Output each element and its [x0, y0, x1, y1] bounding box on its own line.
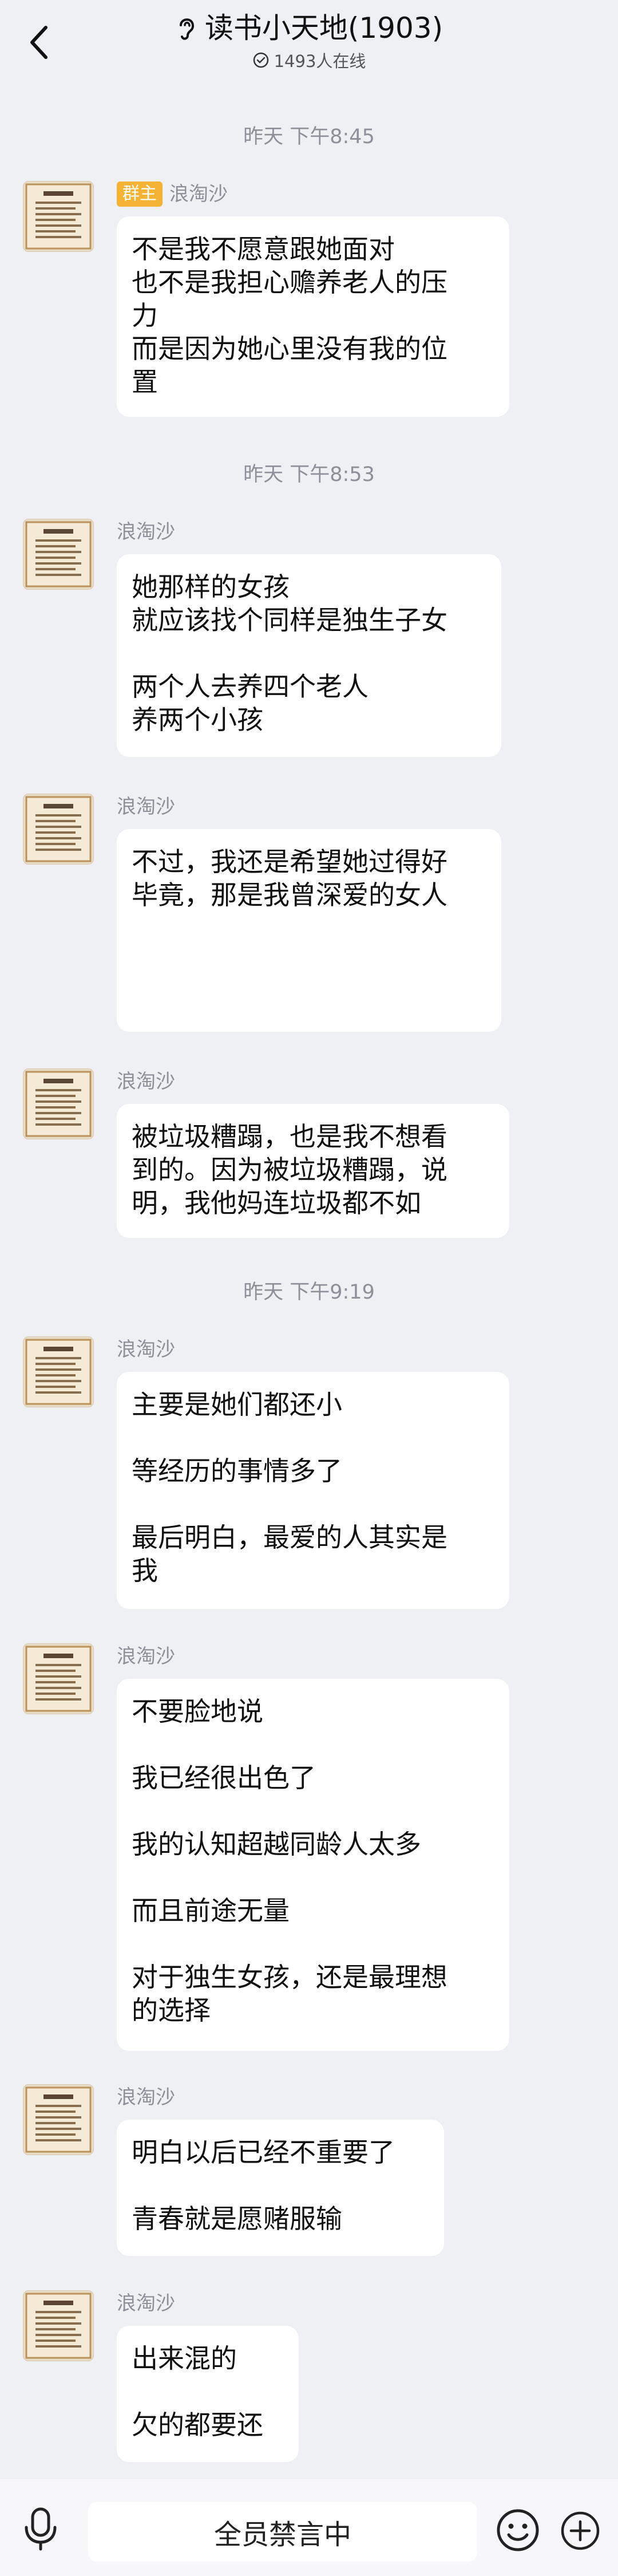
sender-name: 浪淘沙 — [117, 2086, 175, 2109]
timestamp: 昨天 下午9:19 — [243, 1281, 375, 1304]
message-line: 最后明白，最爱的人其实是 — [132, 1522, 447, 1553]
avatar[interactable] — [23, 519, 94, 590]
message-line — [132, 1927, 494, 1960]
message-line: 而是因为她心里没有我的位 — [132, 333, 447, 364]
sender-name: 浪淘沙 — [117, 1070, 175, 1093]
sender-name: 浪淘沙 — [117, 2292, 175, 2315]
message-line: 我 — [132, 1555, 158, 1586]
avatar-image — [25, 521, 92, 587]
message-line: 也不是我担心赡养老人的压 — [132, 267, 447, 298]
timestamp: 昨天 下午8:45 — [243, 125, 375, 148]
message-line: 明，我他妈连垃圾都不如 — [132, 1188, 421, 1218]
message-line — [132, 1488, 494, 1521]
avatar[interactable] — [23, 2084, 94, 2155]
owner-badge: 群主 — [117, 182, 163, 207]
message-line: 青春就是愿赌服输 — [132, 2203, 342, 2234]
timestamp: 昨天 下午8:53 — [243, 463, 375, 486]
message-line: 明白以后已经不重要了 — [132, 2137, 395, 2168]
message-line — [132, 1861, 494, 1894]
message-line — [132, 1728, 494, 1761]
check-circle-icon — [253, 52, 268, 68]
message-line: 到的。因为被垃圾糟蹋，说 — [132, 1154, 447, 1185]
message-bubble[interactable]: 主要是她们都还小 等经历的事情多了 最后明白，最爱的人其实是 我 — [117, 1372, 509, 1609]
microphone-icon — [25, 2507, 57, 2551]
chat-title-area[interactable]: 读书小天地(1903) 1493人在线 — [0, 8, 618, 72]
avatar[interactable] — [23, 1068, 94, 1139]
message-line: 对于独生女孩，还是最理想 — [132, 1962, 447, 1993]
plus-button[interactable] — [560, 2510, 601, 2551]
message-line — [132, 1421, 494, 1454]
message-line: 力 — [132, 300, 158, 331]
message-bubble[interactable]: 不是我不愿意跟她面对 也不是我担心赡养老人的压 力 而是因为她心里没有我的位 置 — [117, 216, 509, 417]
message-bubble[interactable]: 出来混的 欠的都要还 — [117, 2326, 299, 2462]
message-line: 置 — [132, 366, 158, 397]
avatar[interactable] — [23, 794, 94, 865]
message-line: 我的认知超越同龄人太多 — [132, 1829, 421, 1860]
avatar[interactable] — [23, 2290, 94, 2361]
plus-circle-icon — [561, 2511, 600, 2550]
emoji-button[interactable] — [496, 2508, 540, 2553]
message-line: 我已经很出色了 — [132, 1762, 316, 1793]
avatar-image — [25, 1071, 92, 1137]
message-line: 被垃圾糟蹋，也是我不想看 — [132, 1121, 447, 1152]
online-count: 1493人在线 — [274, 52, 366, 71]
message-line: 两个人去养四个老人 — [132, 671, 369, 702]
avatar-image — [25, 1339, 92, 1405]
avatar-image — [25, 796, 92, 862]
message-line: 不过，我还是希望她过得好 — [132, 846, 447, 877]
chat-header: 读书小天地(1903) 1493人在线 — [0, 0, 618, 86]
message-line: 而且前途无量 — [132, 1895, 290, 1926]
avatar[interactable] — [23, 1336, 94, 1407]
message-line: 出来混的 — [132, 2343, 237, 2374]
message-line: 主要是她们都还小 — [132, 1389, 342, 1420]
message-bubble[interactable]: 不过，我还是希望她过得好 毕竟，那是我曾深爱的女人 — [117, 829, 501, 1032]
message-line: 等经历的事情多了 — [132, 1455, 342, 1486]
message-line: 不要脸地说 — [132, 1696, 263, 1727]
avatar-image — [25, 1646, 92, 1712]
sender-name: 浪淘沙 — [117, 1645, 175, 1668]
avatar-image — [25, 2086, 92, 2153]
avatar[interactable] — [23, 181, 94, 252]
group-name: 读书小天地(1903) — [204, 11, 443, 45]
message-line: 不是我不愿意跟她面对 — [132, 234, 395, 265]
voice-button[interactable] — [21, 2507, 61, 2551]
message-line — [132, 2169, 429, 2202]
message-line: 她那样的女孩 — [132, 571, 290, 602]
avatar[interactable] — [23, 1643, 94, 1714]
muted-notice: 全员禁言中 — [88, 2502, 477, 2562]
sender-name: 浪淘沙 — [117, 1338, 175, 1361]
smile-icon — [497, 2509, 539, 2551]
message-bubble[interactable]: 明白以后已经不重要了 青春就是愿赌服输 — [117, 2120, 444, 2256]
ear-icon — [179, 18, 194, 40]
message-line — [132, 1794, 494, 1828]
message-line: 就应该找个同样是独生子女 — [132, 605, 447, 636]
avatar-image — [25, 183, 92, 250]
input-bar: 全员禁言中 — [0, 2479, 618, 2576]
message-bubble[interactable]: 被垃圾糟蹋，也是我不想看 到的。因为被垃圾糟蹋，说 明，我他妈连垃圾都不如 — [117, 1104, 509, 1238]
message-line — [132, 2375, 284, 2408]
message-line: 的选择 — [132, 1995, 211, 2026]
sender-name: 浪淘沙 — [169, 183, 228, 206]
avatar-image — [25, 2293, 92, 2359]
message-line: 养两个小孩 — [132, 704, 263, 735]
message-bubble[interactable]: 不要脸地说 我已经很出色了 我的认知超越同龄人太多 而且前途无量 对于独生女孩，… — [117, 1679, 509, 2051]
message-bubble[interactable]: 她那样的女孩 就应该找个同样是独生子女 两个人去养四个老人 养两个小孩 — [117, 554, 501, 757]
message-line: 毕竟，那是我曾深爱的女人 — [132, 879, 447, 910]
muted-text: 全员禁言中 — [213, 2519, 351, 2551]
sender-name: 浪淘沙 — [117, 520, 175, 543]
message-line — [132, 637, 486, 670]
sender-name: 浪淘沙 — [117, 795, 175, 818]
message-line: 欠的都要还 — [132, 2409, 263, 2440]
